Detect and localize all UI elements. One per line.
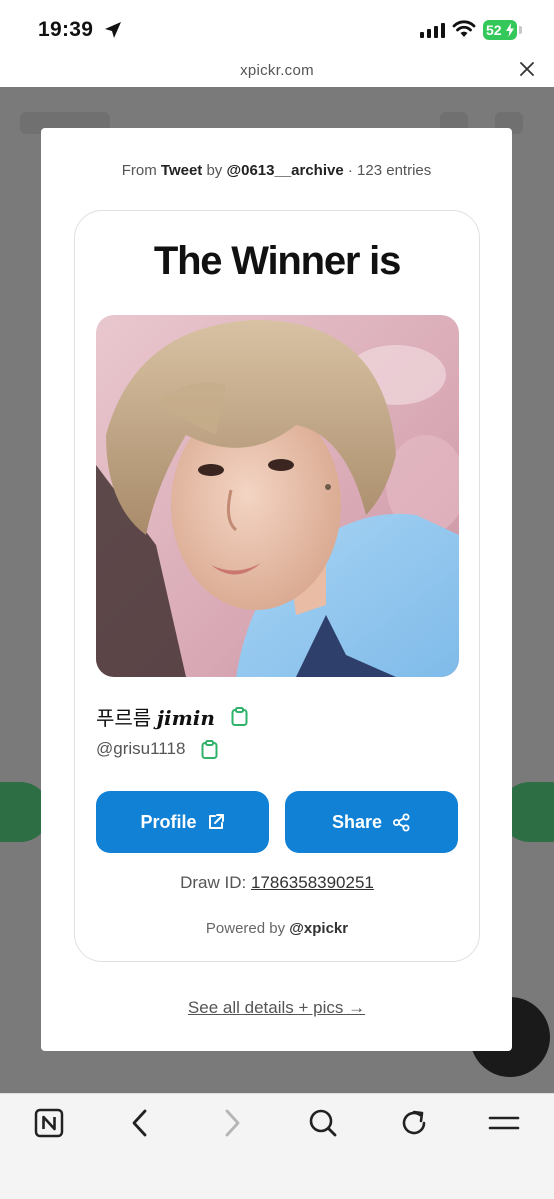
url-bar[interactable]: xpickr.com	[0, 58, 554, 87]
battery-indicator: 52	[483, 20, 517, 40]
winner-name-styled: jimin	[156, 706, 215, 730]
reload-icon[interactable]	[399, 1108, 429, 1138]
source-by: by	[206, 162, 223, 179]
see-all-details-link[interactable]: See all details + pics →	[41, 998, 512, 1018]
powered-by: Powered by @xpickr	[75, 920, 479, 937]
battery-tip	[519, 26, 522, 34]
external-link-icon	[208, 814, 224, 829]
draw-id: Draw ID: 1786358390251	[75, 873, 479, 893]
share-icon	[393, 813, 410, 831]
powered-by-account[interactable]: @xpickr	[289, 920, 348, 937]
copy-handle-icon[interactable]	[201, 739, 218, 759]
url-text[interactable]: xpickr.com	[0, 62, 554, 79]
cellular-signal-icon	[420, 23, 445, 38]
profile-button[interactable]: Profile	[96, 791, 269, 853]
status-time: 19:39	[38, 18, 94, 41]
battery-level: 52	[486, 22, 502, 38]
search-icon[interactable]	[308, 1108, 338, 1138]
forward-icon	[225, 1109, 240, 1137]
powered-by-label: Powered by	[205, 920, 286, 937]
back-icon[interactable]	[128, 1108, 152, 1138]
copy-name-icon[interactable]	[231, 707, 248, 726]
wifi-icon	[452, 20, 476, 37]
profile-button-label: Profile	[140, 811, 197, 832]
winner-name-prefix: 푸르름	[96, 708, 152, 730]
draw-id-link[interactable]: 1786358390251	[251, 873, 374, 892]
draw-id-label: Draw ID:	[180, 873, 247, 892]
source-type: Tweet	[160, 162, 203, 179]
winner-modal: From Tweet by @0613__archive · 123 entri…	[41, 128, 512, 1051]
source-account[interactable]: @0613__archive	[226, 162, 343, 179]
source-from: From	[121, 162, 157, 179]
winner-title: The Winner is	[153, 239, 401, 283]
menu-icon[interactable]	[488, 1108, 520, 1138]
winner-name: 푸르름 jimin	[96, 702, 215, 731]
n-app-icon[interactable]	[34, 1108, 64, 1138]
close-icon[interactable]	[520, 62, 534, 76]
browser-toolbar	[0, 1093, 554, 1199]
winner-handle: @grisu1118	[96, 739, 186, 758]
charging-bolt-icon	[506, 23, 514, 37]
winner-photo[interactable]	[96, 315, 459, 677]
winner-card: The Winner is 푸르름 jimin @grisu1118 Profi…	[74, 210, 480, 962]
location-arrow-icon	[105, 22, 121, 38]
share-button-label: Share	[331, 811, 383, 832]
winner-name-row: 푸르름 jimin	[96, 702, 248, 731]
status-bar: 19:39 52	[0, 0, 554, 58]
share-button[interactable]: Share	[285, 791, 458, 853]
winner-handle-row: @grisu1118	[96, 739, 218, 759]
source-entries: · 123 entries	[347, 162, 432, 179]
source-line: From Tweet by @0613__archive · 123 entri…	[41, 162, 512, 179]
